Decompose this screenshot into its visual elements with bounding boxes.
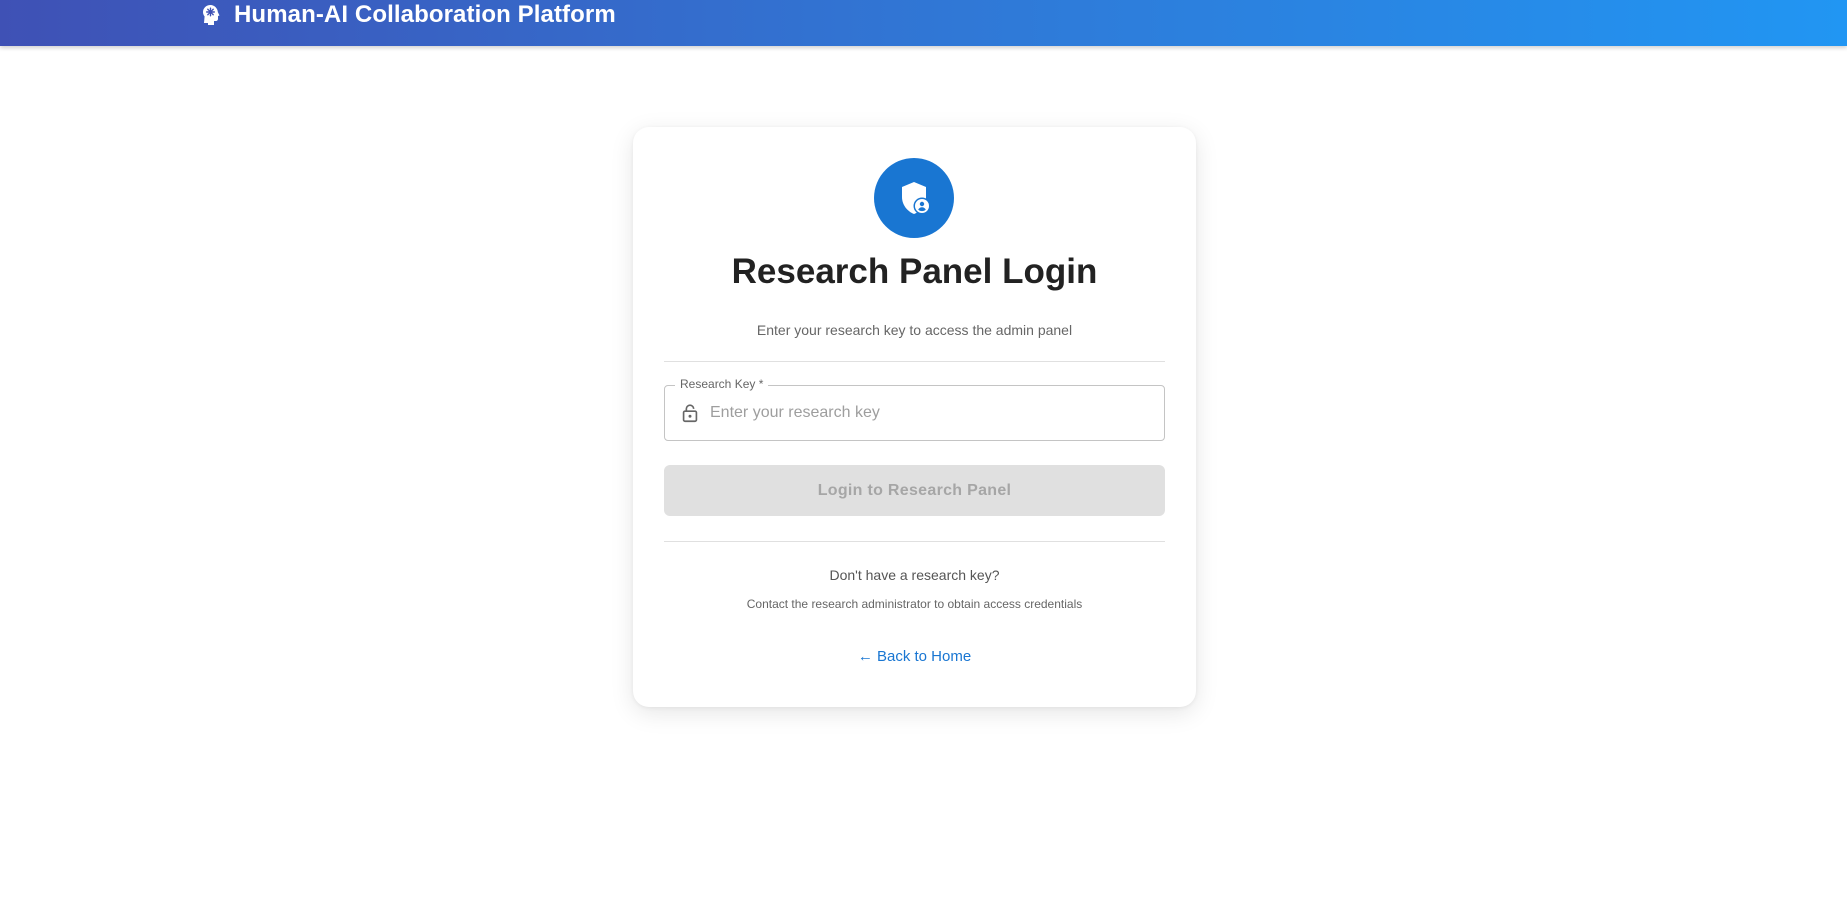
- research-key-field[interactable]: Research Key *: [664, 377, 1165, 441]
- help-question: Don't have a research key?: [829, 567, 1000, 583]
- page-subtitle: Enter your research key to access the ad…: [756, 322, 1073, 338]
- login-button[interactable]: Login to Research Panel: [664, 465, 1165, 516]
- login-card: Research Panel Login Enter your research…: [633, 127, 1196, 707]
- brand[interactable]: Human-AI Collaboration Platform: [198, 0, 616, 30]
- research-key-input[interactable]: [710, 386, 1150, 440]
- app-title: Human-AI Collaboration Platform: [234, 1, 616, 28]
- lock-icon: [679, 402, 701, 424]
- divider-bottom: [664, 541, 1165, 542]
- psychology-head-icon: [198, 3, 222, 27]
- back-to-home-link[interactable]: ← Back to Home: [633, 648, 1196, 665]
- admin-shield-user-icon: [874, 158, 954, 238]
- divider-top: [664, 361, 1165, 362]
- app-header: Human-AI Collaboration Platform: [0, 0, 1847, 46]
- help-text: Contact the research administrator to ob…: [746, 597, 1083, 611]
- page-title: Research Panel Login: [731, 252, 1098, 291]
